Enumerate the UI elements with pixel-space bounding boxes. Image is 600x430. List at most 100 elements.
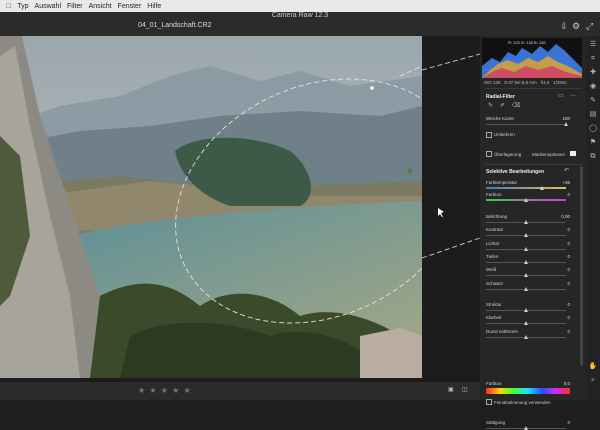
saturation-value[interactable]: 0 [567, 420, 570, 425]
tool-strip: ☰ ⌗ ✚ ◉ ✎ ▤ ◯ ⚑ ⧉ ✋ ⌕ [586, 36, 600, 400]
adjust-slider[interactable] [486, 246, 566, 251]
tint-label: Farbton [486, 192, 502, 197]
menu-item-auswahl[interactable]: Auswahl [35, 3, 61, 10]
adjust-slider[interactable] [486, 286, 566, 291]
overlay-label: Überlagerung [494, 152, 522, 157]
color-value[interactable]: 0,0 [564, 381, 570, 386]
radial-filter-icon[interactable]: ◯ [588, 124, 598, 134]
divider [484, 164, 582, 165]
tint-slider[interactable] [486, 198, 566, 202]
adjust-slider[interactable] [486, 233, 566, 238]
slider-thumb[interactable] [524, 321, 528, 326]
hue-spectrum[interactable] [486, 388, 570, 394]
divider [484, 88, 582, 89]
adjust-label: Kontrast [486, 227, 503, 233]
adjust-label: Dunst entfernen [486, 328, 519, 334]
adjust-value[interactable]: 0 [567, 315, 570, 320]
adjust-value[interactable]: 0 [567, 227, 570, 232]
soft-edge-value[interactable]: 100 [562, 116, 570, 121]
adjust-value[interactable]: 0 [567, 267, 570, 272]
more-icon[interactable]: … [570, 92, 576, 98]
soft-edge-label: Weiche Kante [486, 116, 514, 121]
slider-thumb[interactable] [524, 334, 528, 339]
rating-stars[interactable]: ★ ★ ★ ★ ★ [138, 386, 192, 395]
slider-thumb[interactable] [524, 426, 528, 430]
invert-checkbox[interactable] [486, 132, 492, 138]
apple-icon[interactable]:  [6, 3, 11, 10]
compare-view-icon[interactable]: ◫ [462, 386, 468, 393]
menu-item-fenster[interactable]: Fenster [118, 3, 142, 10]
invert-label: Umkehren [494, 132, 515, 137]
adjust-value[interactable]: 0 [567, 329, 570, 334]
slider-thumb[interactable] [524, 259, 528, 264]
adjust-slider[interactable] [486, 220, 566, 224]
fullscreen-icon[interactable]: ⤢ [586, 21, 593, 32]
graduated-filter-icon[interactable]: ▤ [588, 110, 598, 120]
saturation-slider[interactable] [486, 426, 566, 430]
menu-item-hilfe[interactable]: Hilfe [147, 3, 161, 10]
temp-slider[interactable] [486, 186, 566, 190]
menu-item-ansicht[interactable]: Ansicht [89, 3, 112, 10]
adjust-label: Weiß [486, 267, 497, 273]
exif-info: ISO 125 8-37 bei 8,8 mm f/4,0 1/250s [484, 80, 567, 85]
brush-icon[interactable]: ✐ [500, 102, 505, 109]
adjust-slider[interactable] [486, 308, 566, 312]
adjust-value[interactable]: 0 [567, 302, 570, 307]
slider-thumb[interactable] [524, 246, 528, 251]
panel-scrollbar[interactable] [580, 166, 583, 366]
adjust-label: Belichtung [486, 214, 508, 219]
zoom-icon[interactable]: ⌕ [588, 376, 598, 386]
radial-filter-title: Radial-Filter [486, 94, 515, 100]
menu-item-filter[interactable]: Filter [67, 3, 83, 10]
adjust-slider[interactable] [486, 321, 566, 326]
slider-thumb[interactable] [524, 286, 528, 291]
saturation-label: Sättigung [486, 420, 506, 425]
adjust-label: Tiefen [486, 253, 499, 259]
adjust-slider[interactable] [486, 259, 566, 264]
soft-edge-slider[interactable] [486, 122, 568, 126]
save-icon[interactable]: ⇩ [560, 21, 568, 32]
slider-thumb[interactable] [524, 220, 528, 224]
overlay-checkbox[interactable] [486, 151, 492, 157]
temp-value[interactable]: +36 [562, 180, 570, 185]
adjust-value[interactable]: 0 [567, 281, 570, 286]
menu-item-typ[interactable]: Typ [17, 3, 28, 10]
tint-value[interactable]: 0 [567, 192, 570, 197]
adjust-slider[interactable] [486, 334, 566, 339]
slider-thumb[interactable] [524, 198, 528, 202]
slider-thumb[interactable] [524, 233, 528, 238]
adjust-value[interactable]: 0 [567, 241, 570, 246]
landscape-photo[interactable] [0, 36, 422, 378]
file-name: 04_01_Landschaft.CR2 [138, 22, 212, 29]
slider-thumb[interactable] [524, 273, 528, 278]
adjust-label: Schwarz [486, 280, 504, 286]
histogram: R: 123 G: 128 B: 136 [482, 38, 582, 78]
hand-icon[interactable]: ✋ [588, 362, 598, 372]
reset-icon[interactable]: ↶ [564, 167, 569, 174]
redeye-icon[interactable]: ◉ [588, 82, 598, 92]
adjust-value[interactable]: 0,00 [561, 214, 570, 219]
adjust-label: Lichter [486, 240, 500, 246]
slider-thumb[interactable] [540, 186, 544, 190]
filter-guide-lines [422, 53, 480, 259]
mask-options-label[interactable]: Maskenoptionen [532, 152, 565, 157]
edit-icon[interactable]: ☰ [588, 40, 598, 50]
brush-add-icon[interactable]: ✎ [488, 102, 493, 109]
slider-thumb[interactable] [564, 122, 568, 126]
title-bar: Camera Raw 12.3 04_01_Landschaft.CR2 ⇩ ⚙… [0, 12, 600, 36]
presets-icon[interactable]: ⚑ [588, 138, 598, 148]
adjustment-brush-icon[interactable]: ✎ [588, 96, 598, 106]
adjust-slider[interactable] [486, 273, 566, 278]
view-toggle-icon[interactable]: ▣ [448, 386, 454, 393]
slider-thumb[interactable] [524, 308, 528, 312]
snapshots-icon[interactable]: ⧉ [588, 152, 598, 162]
mask-color-swatch[interactable] [570, 151, 576, 156]
exif-lens: 8-37 bei 8,8 mm [504, 80, 537, 85]
adjust-value[interactable]: 0 [567, 254, 570, 259]
new-mask-icon[interactable]: ▭ [558, 92, 564, 99]
eraser-icon[interactable]: ⌫ [512, 102, 520, 109]
histogram-readout: R: 123 G: 128 B: 136 [508, 40, 546, 45]
crop-icon[interactable]: ⌗ [588, 54, 598, 64]
healing-icon[interactable]: ✚ [588, 68, 598, 78]
settings-icon[interactable]: ⚙ [572, 21, 580, 32]
